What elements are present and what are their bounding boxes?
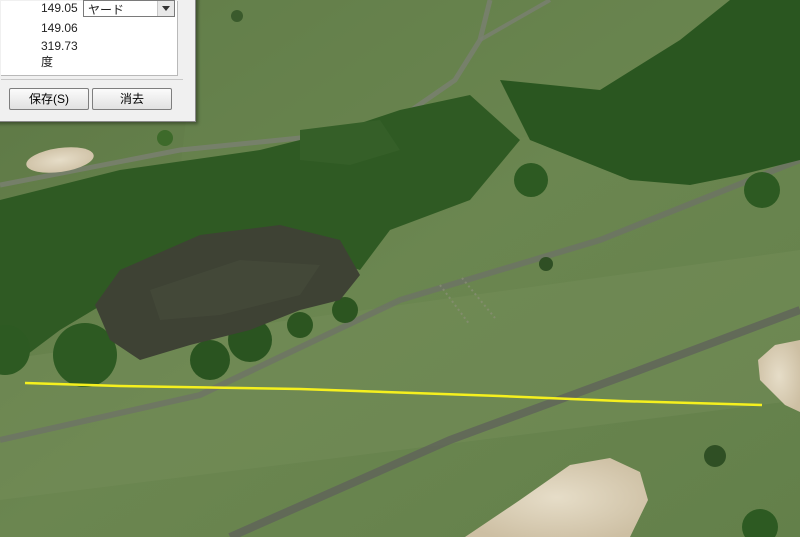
- heading-unit: 度: [41, 55, 54, 69]
- clear-button[interactable]: 消去: [92, 88, 172, 110]
- divider: [1, 79, 183, 80]
- tree-single: [190, 340, 230, 380]
- unit-selected: ヤード: [88, 3, 125, 17]
- measure-results-panel: 149.05 ヤード 149.06 319.73 度: [1, 0, 178, 76]
- tree-single: [287, 312, 313, 338]
- measure-dialog: 149.05 ヤード 149.06 319.73 度 保存(S) 消去: [0, 0, 196, 122]
- save-button[interactable]: 保存(S): [9, 88, 89, 110]
- heading-number: 319.73: [41, 39, 78, 53]
- unit-dropdown[interactable]: ヤード: [83, 0, 175, 17]
- tree-single: [539, 257, 553, 271]
- tree-single: [704, 445, 726, 467]
- length-value: 149.05: [41, 1, 78, 15]
- chevron-down-icon[interactable]: [157, 1, 174, 16]
- ground-length-value: 149.06: [41, 21, 78, 35]
- tree-single: [514, 163, 548, 197]
- tree-single: [231, 10, 243, 22]
- tree-single: [744, 172, 780, 208]
- heading-value: 319.73 度: [41, 39, 78, 70]
- tree-single: [157, 130, 173, 146]
